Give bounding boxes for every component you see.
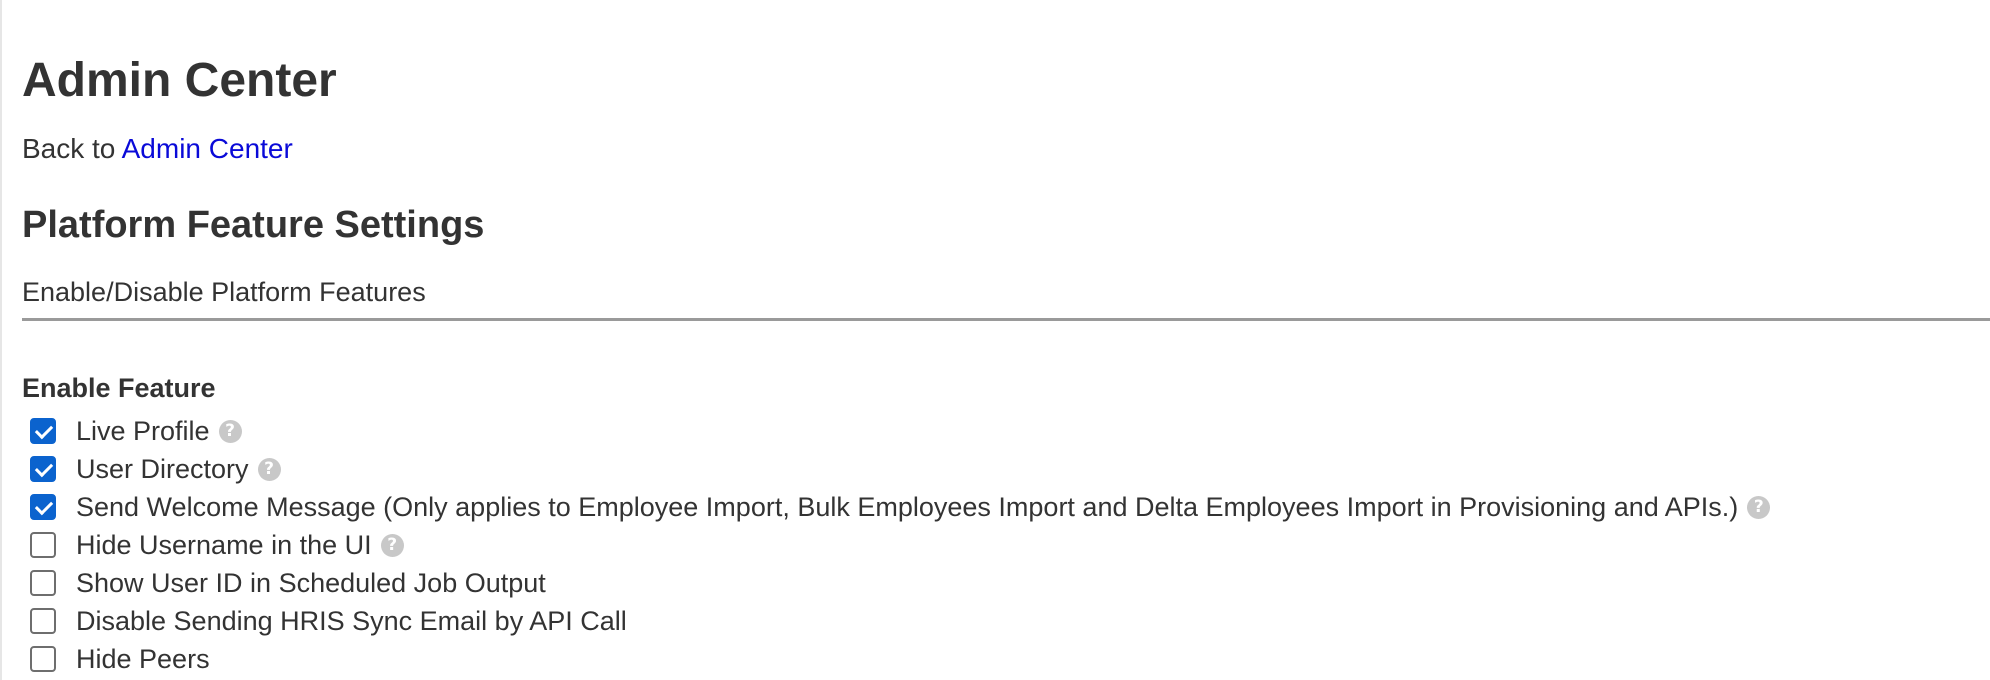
section-title: Platform Feature Settings — [22, 204, 485, 246]
feature-label: Send Welcome Message (Only applies to Em… — [76, 491, 1739, 522]
back-navigation: Back to Admin Center — [22, 132, 293, 166]
live-profile-checkbox[interactable] — [30, 418, 56, 444]
user-directory-checkbox[interactable] — [30, 456, 56, 482]
feature-row-live-profile: Live Profile ? — [22, 412, 1770, 450]
admin-center-page: Admin Center Back to Admin Center Platfo… — [0, 0, 1990, 680]
admin-center-link[interactable]: Admin Center — [122, 133, 293, 164]
question-circle-icon[interactable]: ? — [257, 457, 281, 481]
show-user-id-checkbox[interactable] — [30, 570, 56, 596]
hide-peers-checkbox[interactable] — [30, 646, 56, 672]
feature-label: User Directory — [76, 453, 249, 484]
hide-username-checkbox[interactable] — [30, 532, 56, 558]
section-subtitle: Enable/Disable Platform Features — [22, 277, 426, 307]
enable-feature-label: Enable Feature — [22, 373, 216, 403]
question-circle-icon[interactable]: ? — [380, 533, 404, 557]
left-border — [0, 0, 2, 680]
feature-row-hide-username: Hide Username in the UI ? — [22, 526, 1770, 564]
page-title: Admin Center — [22, 54, 337, 107]
question-circle-icon[interactable]: ? — [1747, 495, 1771, 519]
feature-row-show-user-id: Show User ID in Scheduled Job Output — [22, 564, 1770, 602]
feature-label: Hide Username in the UI — [76, 529, 372, 560]
send-welcome-message-checkbox[interactable] — [30, 494, 56, 520]
feature-row-hide-peers: Hide Peers — [22, 640, 1770, 678]
feature-list: Live Profile ? User Directory ? Send Wel… — [22, 412, 1771, 678]
back-prefix-text: Back to — [22, 133, 116, 164]
feature-label: Hide Peers — [76, 643, 210, 674]
feature-row-send-welcome-message: Send Welcome Message (Only applies to Em… — [22, 488, 1771, 526]
feature-row-disable-hris-sync-email: Disable Sending HRIS Sync Email by API C… — [22, 602, 1770, 640]
feature-label: Disable Sending HRIS Sync Email by API C… — [76, 605, 627, 636]
feature-row-user-directory: User Directory ? — [22, 450, 1770, 488]
feature-label: Live Profile — [76, 415, 210, 446]
question-circle-icon[interactable]: ? — [218, 419, 242, 443]
feature-label: Show User ID in Scheduled Job Output — [76, 567, 546, 598]
section-divider — [22, 318, 1990, 321]
disable-hris-sync-email-checkbox[interactable] — [30, 608, 56, 634]
